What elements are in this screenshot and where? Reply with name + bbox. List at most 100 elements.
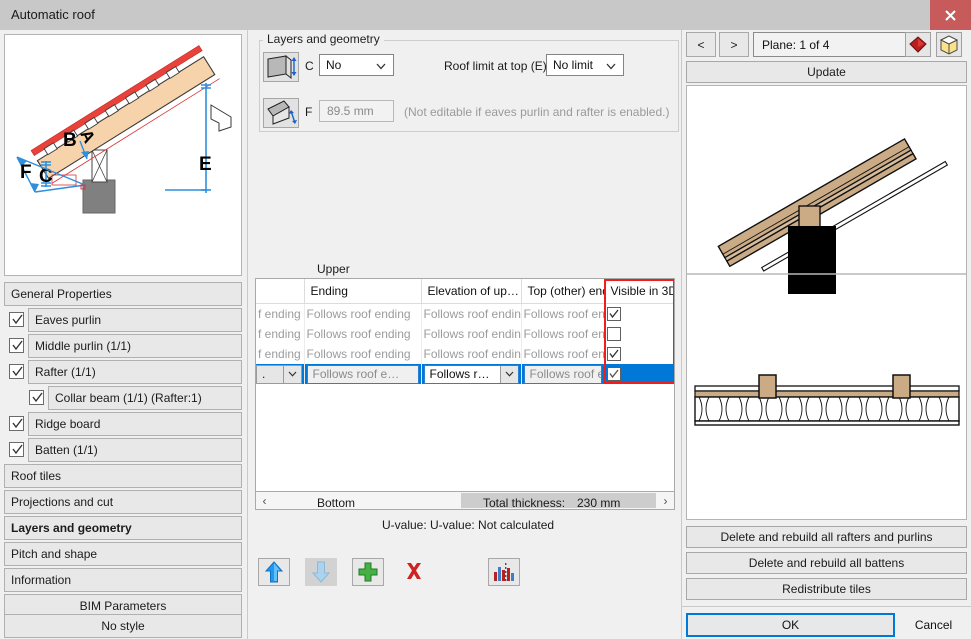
checkbox-middle-purlin[interactable] [9,338,24,353]
delete-layer-button[interactable] [399,558,431,586]
checkbox-batten[interactable] [9,442,24,457]
scroll-right-button[interactable]: › [657,492,674,509]
c-dimension-icon-button[interactable] [263,52,299,82]
rebuild-rafters-purlins-button[interactable]: Delete and rebuild all rafters and purli… [686,526,967,548]
table-row[interactable]: f ending Follows roof ending Follows roo… [256,344,674,364]
plus-icon [358,562,378,582]
col0-dropdown[interactable]: . [256,364,302,384]
column-header-ending[interactable]: Ending [304,279,422,304]
arrow-up-icon [264,561,284,583]
table-row[interactable]: f ending Follows roof ending Follows roo… [256,324,674,344]
close-icon [945,9,956,21]
ok-label: OK [781,618,800,632]
total-thickness-label: Total thickness: [483,496,566,510]
checkbox-visible-3d[interactable] [606,327,621,342]
sidebar-item-collar-beam[interactable]: Collar beam (1/1) (Rafter:1) [48,386,242,410]
next-plane-button[interactable]: > [719,32,749,57]
u-value-text: U-value: U-value: Not calculated [382,518,555,532]
roof-section-diagram: E C F B A [5,35,241,275]
top-other-end-field[interactable]: Follows roof e… [523,364,602,384]
f-label: F [305,105,313,119]
roof-section-preview: E C F B A [4,34,242,276]
sidebar-item-ridge-board[interactable]: Ridge board [28,412,242,436]
ending-field[interactable]: Follows roof e… [306,364,419,384]
prev-plane-button[interactable]: < [686,32,716,57]
sidebar-item-label: Projections and cut [11,495,114,509]
bar-chart-icon [494,563,514,582]
top-other-end-value: Follows roof e… [529,367,601,381]
checkbox-visible-3d[interactable] [606,367,621,382]
elevation-dropdown[interactable]: Follows r… [423,364,519,384]
next-plane-label: > [730,37,738,52]
view-3d-button[interactable] [936,32,962,57]
material-color-button[interactable] [905,32,931,57]
prev-plane-label: < [697,37,705,52]
total-thickness-value: 230 mm [577,496,621,510]
cell-elevation-editor[interactable]: Follows r… [421,364,522,384]
sidebar-item-rafter[interactable]: Rafter (1/1) [28,360,242,384]
checkbox-rafter[interactable] [9,364,24,379]
move-layer-down-button[interactable] [305,558,337,586]
cell-ending: Follows roof ending [304,324,422,344]
roof-limit-select[interactable]: No limit [546,54,624,76]
column-header-visible-in-3d[interactable]: Visible in 3D [604,279,674,304]
scroll-left-button[interactable]: ‹ [256,492,273,509]
sidebar-item-pitch-and-shape[interactable]: Pitch and shape [4,542,242,566]
layer-chart-button[interactable] [488,558,520,586]
column-header-0[interactable] [256,279,305,304]
column-header-top-other-end[interactable]: Top (other) end… [521,279,605,304]
checkbox-eaves-purlin[interactable] [9,312,24,327]
sidebar-item-layers-and-geometry[interactable]: Layers and geometry [4,516,242,540]
tree-row: General Properties [4,282,242,306]
chevron-down-icon[interactable] [283,365,301,383]
rebuild-rafters-purlins-label: Delete and rebuild all rafters and purli… [720,530,933,544]
settings-tree: General Properties Eaves purlin Middle p… [4,282,242,620]
sidebar-item-general-properties[interactable]: General Properties [4,282,242,306]
sidebar-item-label: Ridge board [35,417,101,431]
check-icon [32,392,43,403]
sidebar-item-label: Information [11,573,72,587]
check-icon [12,418,23,429]
checkbox-collar-beam[interactable] [29,390,44,405]
sidebar-item-projections-and-cut[interactable]: Projections and cut [4,490,242,514]
table-row[interactable]: f ending Follows roof ending Follows roo… [256,303,674,324]
cell-ending-editor[interactable]: Follows roof e… [304,364,422,384]
sidebar-item-eaves-purlin[interactable]: Eaves purlin [28,308,242,332]
layers-table[interactable]: Ending Elevation of up… Top (other) end…… [255,278,675,493]
move-layer-up-button[interactable] [258,558,290,586]
c-value-select[interactable]: No [319,54,394,76]
no-style-button[interactable]: No style [4,614,242,638]
rebuild-battens-button[interactable]: Delete and rebuild all battens [686,552,967,574]
sidebar-item-batten[interactable]: Batten (1/1) [28,438,242,462]
column-header-elevation[interactable]: Elevation of up… [421,279,522,304]
col0-value: . [262,367,266,381]
redistribute-tiles-button[interactable]: Redistribute tiles [686,578,967,600]
cell-col0-editor[interactable]: . [256,364,305,384]
update-button[interactable]: Update [686,61,967,83]
checkbox-visible-3d[interactable] [606,347,621,362]
cell-visible-3d[interactable] [604,344,674,364]
sidebar-item-middle-purlin[interactable]: Middle purlin (1/1) [28,334,242,358]
f-dimension-icon-button[interactable] [263,98,299,128]
cell-visible-3d[interactable] [604,324,674,344]
svg-text:F: F [20,162,32,183]
plane-indicator[interactable]: Plane: 1 of 4 [753,32,920,57]
layers-table-grid: Ending Elevation of up… Top (other) end…… [256,279,674,384]
bottom-label: Bottom [317,496,356,510]
sidebar-item-information[interactable]: Information [4,568,242,592]
chevron-down-icon[interactable] [499,365,518,383]
add-layer-button[interactable] [352,558,384,586]
check-icon [12,314,23,325]
checkbox-visible-3d[interactable] [606,307,621,322]
checkbox-ridge-board[interactable] [9,416,24,431]
cell-top-other-end-editor[interactable]: Follows roof e… [521,364,605,384]
cell-visible-3d-selected[interactable] [604,364,674,384]
cell-ending: Follows roof ending [304,344,422,364]
cancel-button[interactable]: Cancel [900,613,967,637]
table-row-selected[interactable]: . Follows roof e… Follows r… Follows roo… [256,364,674,384]
cell-visible-3d[interactable] [604,303,674,324]
close-button[interactable] [930,0,971,30]
sidebar-item-roof-tiles[interactable]: Roof tiles [4,464,242,488]
tree-row: Rafter (1/1) [4,360,242,384]
ok-button[interactable]: OK [686,613,895,637]
